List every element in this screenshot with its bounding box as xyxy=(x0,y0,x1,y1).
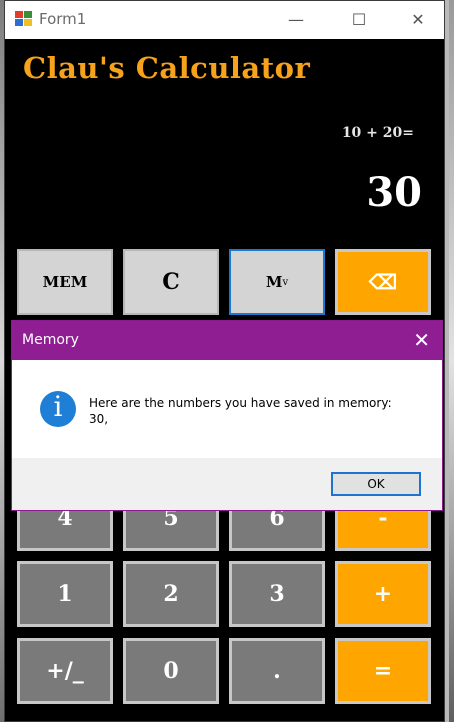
dialog-close-icon[interactable]: ✕ xyxy=(413,328,430,352)
digit-1-label: 1 xyxy=(57,581,73,607)
expression-display: 10 + 20= xyxy=(341,125,414,141)
dialog-footer: OK xyxy=(12,458,442,510)
app-form-icon xyxy=(15,11,33,27)
dialog-titlebar[interactable]: Memory ✕ xyxy=(12,321,442,360)
memory-view-button-label: M xyxy=(265,273,283,291)
dialog-message: Here are the numbers you have saved in m… xyxy=(89,395,429,427)
window-titlebar[interactable]: Form1 — ☐ ✕ xyxy=(5,1,444,39)
info-icon: i xyxy=(40,390,76,427)
digit-2-label: 2 xyxy=(163,581,179,607)
digit-3-label: 3 xyxy=(269,581,285,607)
ok-button[interactable]: OK xyxy=(331,472,421,496)
digit-2-button[interactable]: 2 xyxy=(123,561,219,627)
memory-dialog: Memory ✕ i Here are the numbers you have… xyxy=(11,320,443,511)
memory-view-button-sub: v xyxy=(282,276,289,288)
window-title: Form1 xyxy=(39,10,87,28)
close-button[interactable]: ✕ xyxy=(395,1,441,39)
digit-3-button[interactable]: 3 xyxy=(229,561,325,627)
decimal-label: . xyxy=(273,658,281,684)
result-display: 30 xyxy=(366,169,422,216)
minimize-button[interactable]: — xyxy=(273,1,319,39)
dialog-message-line2: 30, xyxy=(89,412,109,426)
dialog-title: Memory xyxy=(22,332,79,348)
clear-button-label: C xyxy=(162,269,180,295)
mem-button-label: MEM xyxy=(42,273,88,291)
app-heading: Clau's Calculator xyxy=(23,51,311,85)
digit-0-label: 0 xyxy=(163,658,179,684)
plus-button[interactable]: + xyxy=(335,561,431,627)
sign-toggle-label: +/_ xyxy=(46,658,84,684)
dialog-message-line1: Here are the numbers you have saved in m… xyxy=(89,396,392,410)
background-desktop-right xyxy=(449,0,454,722)
ok-button-label: OK xyxy=(367,477,385,491)
memory-view-button[interactable]: Mv xyxy=(229,249,325,315)
maximize-button[interactable]: ☐ xyxy=(336,1,382,39)
digit-1-button[interactable]: 1 xyxy=(17,561,113,627)
sign-toggle-button[interactable]: +/_ xyxy=(17,638,113,704)
plus-label: + xyxy=(373,581,393,607)
decimal-button[interactable]: . xyxy=(229,638,325,704)
backspace-button[interactable]: ⌫ xyxy=(335,249,431,315)
info-icon-glyph: i xyxy=(53,390,63,423)
equals-button[interactable]: = xyxy=(335,638,431,704)
mem-button[interactable]: MEM xyxy=(17,249,113,315)
equals-label: = xyxy=(373,658,393,684)
backspace-icon: ⌫ xyxy=(368,270,398,294)
clear-button[interactable]: C xyxy=(123,249,219,315)
digit-0-button[interactable]: 0 xyxy=(123,638,219,704)
